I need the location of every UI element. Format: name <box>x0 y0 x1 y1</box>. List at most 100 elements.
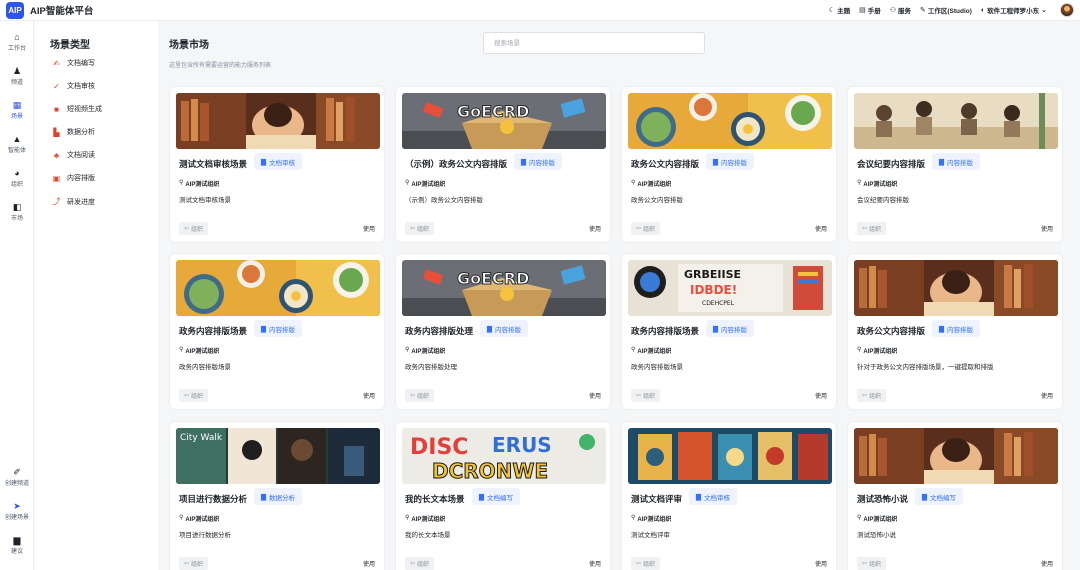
app-logo[interactable]: AIP <box>6 1 24 19</box>
use-button[interactable]: 使用 <box>589 224 601 233</box>
organization-badge[interactable]: ⇦ 组织 <box>857 557 887 570</box>
scene-description: 会议纪要内容排版 <box>857 197 909 204</box>
use-button[interactable]: 使用 <box>1041 559 1053 568</box>
organization-badge[interactable]: ⇦ 组织 <box>405 389 435 402</box>
use-button[interactable]: 使用 <box>1041 224 1053 233</box>
organization: ⚲ AIP测试组织 <box>405 179 445 188</box>
scene-card[interactable]: DISC ERUS DCRONWE 我的长文本场景 ▇ 文档编写 ⚲ AIP测试组织… <box>395 421 611 570</box>
document-icon: ▇ <box>261 325 266 333</box>
nav-label: 智能体 <box>7 148 26 154</box>
use-button[interactable]: 使用 <box>363 391 375 400</box>
organization-badge[interactable]: ⇦ 组织 <box>179 222 209 235</box>
chat-icon: ▆ <box>13 535 21 545</box>
scene-card[interactable]: 测试恐怖小说 ▇ 文档编写 ⚲ AIP测试组织 测试恐怖小说 ⇦ 组织 使用 <box>847 421 1063 570</box>
scene-thumbnail <box>176 93 380 149</box>
search-input[interactable] <box>483 32 705 54</box>
scene-description: 我的长文本场景 <box>405 532 451 539</box>
scene-thumbnail-image <box>628 428 832 484</box>
organization-badge[interactable]: ⇦ 组织 <box>631 557 661 570</box>
use-button[interactable]: 使用 <box>815 391 827 400</box>
user-icon: ⚲ <box>631 515 636 521</box>
feedback-button[interactable]: ▆ 建议 <box>0 535 34 555</box>
trend-icon: ⤴ <box>52 197 61 206</box>
category-dev-progress[interactable]: ⤴ 研发进度 <box>52 196 96 207</box>
use-button[interactable]: 使用 <box>363 224 375 233</box>
studio-button[interactable]: ✎ 工作区(Studio) <box>920 5 972 15</box>
scene-card[interactable]: GoECRD （示例）政务公文内容排版 ▇ 内容排版 ⚲ AIP测试组织 （示例… <box>395 86 611 243</box>
create-channel-button[interactable]: ✐ 创建频道 <box>0 467 34 487</box>
document-icon: ▇ <box>479 493 484 501</box>
organization: ⚲ AIP测试组织 <box>857 179 897 188</box>
theme-label: 主题 <box>837 8 851 15</box>
category-tag: ▇ 内容排版 <box>932 320 980 337</box>
link-icon: ⇦ <box>636 226 642 232</box>
create-scene-button[interactable]: ➤ 创建场景 <box>0 501 34 521</box>
category-data-analysis[interactable]: ▙ 数据分析 <box>52 127 95 137</box>
nav-item-workbench[interactable]: ⌂ 工作台 <box>0 32 34 52</box>
organization-badge-label: 组织 <box>869 394 882 400</box>
category-doc-reading[interactable]: ♣ 文档阅读 <box>52 150 95 160</box>
scene-thumbnail-image: City Walk <box>176 428 380 484</box>
market-icon: ◧ <box>12 202 22 212</box>
manual-label: 手册 <box>867 8 881 15</box>
organization: ⚲ AIP测试组织 <box>631 179 671 188</box>
category-tag: ▇ 内容排版 <box>706 320 754 337</box>
category-tag: ▇ 内容排版 <box>480 320 528 337</box>
organization-badge[interactable]: ⇦ 组织 <box>179 557 209 570</box>
scene-card[interactable]: GoECRD 政务内容排版处理 ▇ 内容排版 ⚲ AIP测试组织 政务内容排版处… <box>395 253 611 410</box>
scene-description: 政务公文内容排版 <box>631 197 683 204</box>
scene-card[interactable]: 政务公文内容排版 ▇ 内容排版 ⚲ AIP测试组织 针对于政务公文内容排版场景，… <box>847 253 1063 410</box>
main-content: 场景市场 这里包含所有需要运营的能力服务列表 测试文档审核场景 ▇ 文档审核 ⚲… <box>158 21 1080 570</box>
nav-item-scene[interactable]: ▦ 场景 <box>0 100 34 120</box>
manual-button[interactable]: ▤ 手册 <box>859 5 881 15</box>
service-icon: ⚇ <box>889 7 896 14</box>
scene-card[interactable]: 政务公文内容排版 ▇ 内容排版 ⚲ AIP测试组织 政务公文内容排版 ⇦ 组织 … <box>621 86 837 243</box>
scene-thumbnail: GRBEIISE IDBDE! CDEHCPEL <box>628 260 832 316</box>
use-button[interactable]: 使用 <box>1041 391 1053 400</box>
organization-name: AIP测试组织 <box>411 182 446 188</box>
scene-card[interactable]: 政务内容排版场景 ▇ 内容排版 ⚲ AIP测试组织 政务内容排版场景 ⇦ 组织 … <box>169 253 385 410</box>
link-icon: ⇦ <box>410 226 416 232</box>
use-button[interactable]: 使用 <box>589 391 601 400</box>
category-layout[interactable]: ▣ 内容排版 <box>52 173 95 183</box>
theme-button[interactable]: ☾ 主题 <box>829 5 850 15</box>
organization-badge[interactable]: ⇦ 组织 <box>631 389 661 402</box>
svg-text:GoECRD: GoECRD <box>457 102 529 121</box>
scene-card[interactable]: GRBEIISE IDBDE! CDEHCPEL 政务内容排版场景 ▇ 内容排版 ⚲… <box>621 253 837 410</box>
use-button[interactable]: 使用 <box>815 224 827 233</box>
scene-card[interactable]: City Walk 项目进行数据分析 ▇ 数据分析 ⚲ AIP测试组织 项目进行… <box>169 421 385 570</box>
scene-card[interactable]: 测试文档审核场景 ▇ 文档审核 ⚲ AIP测试组织 测试文档审核场景 ⇦ 组织 … <box>169 86 385 243</box>
scene-card[interactable]: 测试文档评审 ▇ 文档审核 ⚲ AIP测试组织 测试文档评审 ⇦ 组织 使用 <box>621 421 837 570</box>
category-doc-writing[interactable]: ✍ 文档编写 <box>52 58 95 68</box>
nav-item-org[interactable]: ◕ 组织 <box>0 168 34 188</box>
service-button[interactable]: ⚇ 服务 <box>890 5 911 15</box>
svg-text:CDEHCPEL: CDEHCPEL <box>702 300 735 307</box>
user-menu[interactable]: ◐ 软件工程师罗小东 ⌄ <box>981 5 1047 16</box>
category-doc-review[interactable]: ✓ 文档审核 <box>52 81 95 91</box>
nav-item-agent[interactable]: ▲ 智能体 <box>0 134 34 154</box>
category-tag-label: 文档审核 <box>704 494 730 502</box>
moon-icon: ☾ <box>828 7 836 14</box>
scene-card[interactable]: 会议纪要内容排版 ▇ 内容排版 ⚲ AIP测试组织 会议纪要内容排版 ⇦ 组织 … <box>847 86 1063 243</box>
use-button[interactable]: 使用 <box>589 559 601 568</box>
organization-badge[interactable]: ⇦ 组织 <box>857 222 887 235</box>
organization-badge[interactable]: ⇦ 组织 <box>857 389 887 402</box>
organization-badge[interactable]: ⇦ 组织 <box>405 222 435 235</box>
organization-badge[interactable]: ⇦ 组织 <box>179 389 209 402</box>
nav-item-market[interactable]: ◧ 市场 <box>0 202 34 222</box>
scene-thumbnail-image: GoECRD <box>402 260 606 316</box>
scene-title: 会议纪要内容排版 <box>857 159 926 169</box>
avatar[interactable] <box>1060 3 1074 17</box>
document-icon: ▇ <box>521 158 526 166</box>
use-button[interactable]: 使用 <box>815 559 827 568</box>
category-short-video[interactable]: ■ 短视频生成 <box>52 104 102 114</box>
organization-badge[interactable]: ⇦ 组织 <box>631 222 661 235</box>
nav-item-channel[interactable]: ♟ 频道 <box>0 66 34 86</box>
organization-badge[interactable]: ⇦ 组织 <box>405 557 435 570</box>
organization-badge-label: 组织 <box>643 394 656 400</box>
link-icon: ⇦ <box>862 393 868 399</box>
document-icon: ▇ <box>713 325 718 333</box>
svg-text:City Walk: City Walk <box>180 433 223 443</box>
brush-icon: ✐ <box>13 467 21 477</box>
use-button[interactable]: 使用 <box>363 559 375 568</box>
